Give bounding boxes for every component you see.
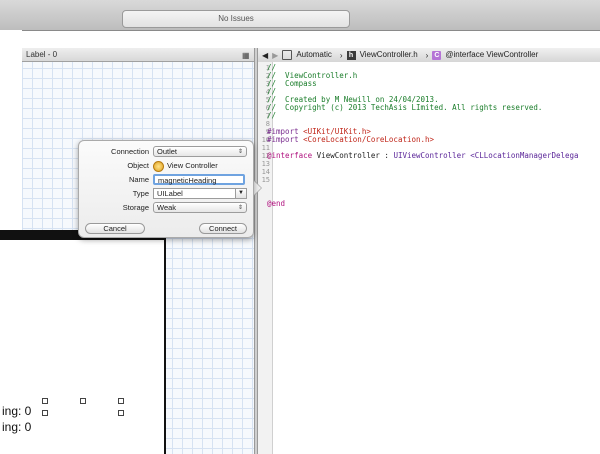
jump-item-automatic[interactable]: Automatic: [282, 50, 336, 60]
jump-item-file[interactable]: h ViewController.h: [346, 50, 422, 60]
storage-select[interactable]: Weak ⇕: [153, 202, 247, 213]
resize-handle[interactable]: [118, 410, 124, 416]
forward-arrow-icon[interactable]: ▶: [272, 51, 278, 60]
resize-handle[interactable]: [118, 398, 124, 404]
type-label: Type: [132, 189, 149, 198]
chevron-right-icon: ›: [425, 50, 429, 60]
name-label: Name: [128, 175, 149, 184]
resize-handle[interactable]: [80, 398, 86, 404]
connection-label: Connection: [111, 147, 149, 156]
toolbar: No Issues: [0, 0, 600, 31]
code-import-line: #import <CoreLocation/CoreLocation.h>: [267, 135, 435, 144]
connect-button[interactable]: Connect: [199, 223, 247, 234]
class-icon: C: [432, 51, 442, 60]
type-combo-box[interactable]: UILabel ▼: [153, 188, 247, 199]
heading-label-1[interactable]: ing: 0: [2, 404, 31, 418]
up-down-chevron-icon: ⇕: [237, 149, 243, 155]
heading-label-2[interactable]: ing: 0: [2, 420, 31, 434]
related-files-icon: [282, 50, 293, 60]
jump-item-symbol[interactable]: C @interface ViewController: [432, 50, 542, 60]
code-comment: // Copyright (c) 2013 TechAsis LImited. …: [267, 103, 543, 112]
outlet-connection-popover: Connection Outlet ⇕ Object View Controll…: [78, 140, 254, 238]
chevron-down-icon[interactable]: ▼: [235, 189, 246, 198]
resize-handle[interactable]: [42, 410, 48, 416]
name-row: Name magneticHeading: [79, 174, 253, 186]
type-row: Type UILabel ▼: [79, 188, 253, 200]
code-interface-line: @interface ViewController : UIViewContro…: [267, 151, 579, 160]
view-controller-icon: [153, 160, 164, 172]
grid-icon[interactable]: ▦: [242, 52, 252, 60]
resize-handle[interactable]: [42, 398, 48, 404]
connection-select[interactable]: Outlet ⇕: [153, 146, 247, 157]
back-arrow-icon[interactable]: ◀: [262, 51, 268, 60]
object-label: Object: [127, 161, 149, 170]
xcode-window: No Issues Label - 0 ing: 0 ing: 0 ▦ ◀ ▶ …: [0, 0, 600, 454]
storage-row: Storage Weak ⇕: [79, 202, 253, 214]
canvas-jump-bar-title: Label - 0: [22, 48, 254, 62]
connection-row: Connection Outlet ⇕: [79, 146, 253, 158]
line-number: 13: [261, 160, 270, 168]
editor-jump-bar: ◀ ▶ Automatic › h ViewController.h › C @in…: [258, 48, 600, 63]
chevron-right-icon: ›: [339, 50, 343, 60]
cancel-button[interactable]: Cancel: [85, 223, 145, 234]
code-comment: //: [267, 111, 277, 120]
activity-status: No Issues: [122, 10, 350, 28]
outlet-name-input[interactable]: magneticHeading: [153, 174, 245, 185]
line-number: 14: [261, 168, 270, 176]
up-down-chevron-icon: ⇕: [237, 205, 243, 211]
source-editor[interactable]: [258, 62, 600, 454]
storage-label: Storage: [122, 203, 149, 212]
object-value: View Controller: [153, 160, 218, 172]
code-end-line: @end: [267, 199, 286, 208]
object-row: Object View Controller: [79, 160, 253, 172]
header-file-icon: h: [346, 51, 356, 60]
